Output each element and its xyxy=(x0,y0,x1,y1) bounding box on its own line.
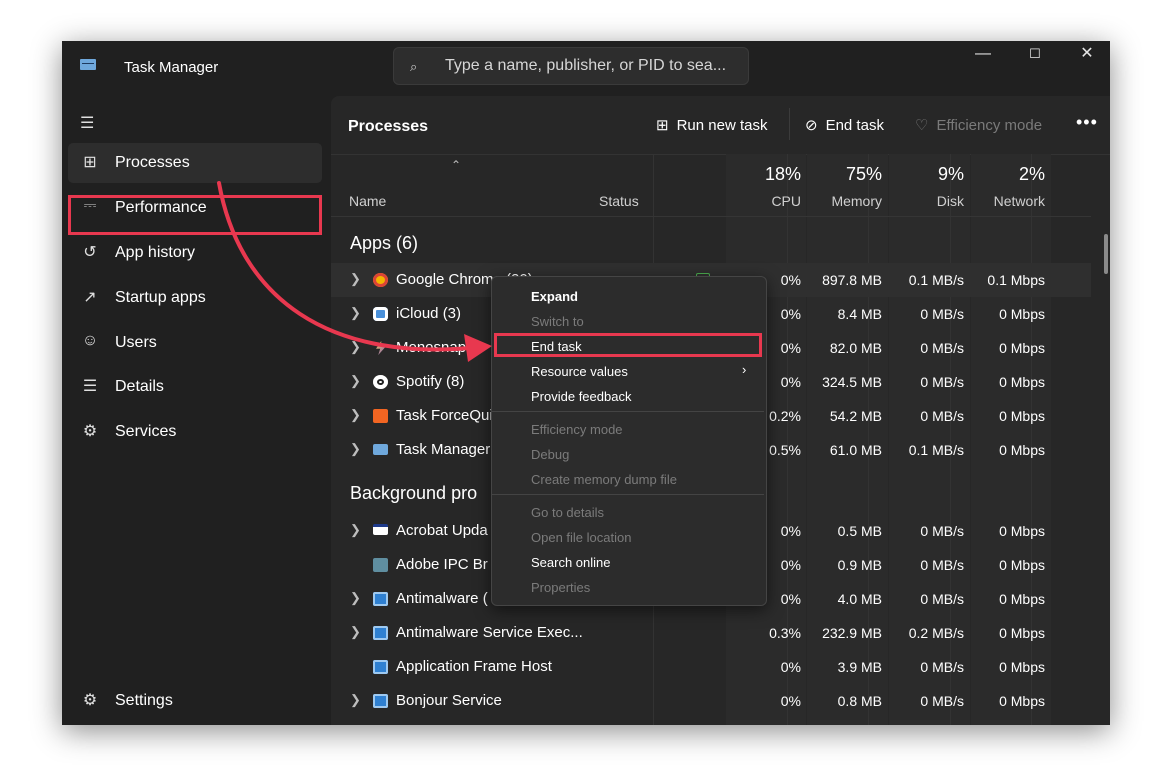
annotation-arrow-head xyxy=(464,334,492,362)
annotation-arrow-curve xyxy=(217,181,472,352)
annotation-arrow xyxy=(217,181,492,362)
